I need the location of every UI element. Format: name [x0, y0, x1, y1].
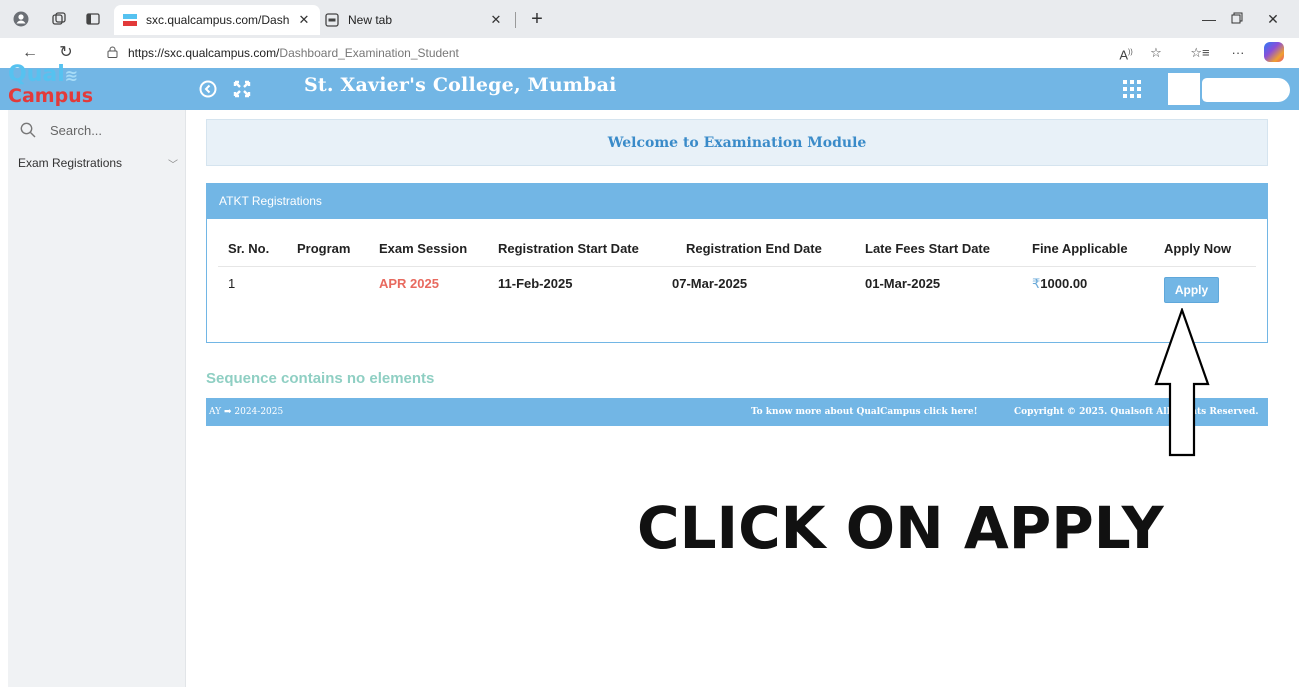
minimize-icon[interactable]: — [1194, 8, 1224, 30]
column-header-sr-no: Sr. No. [228, 241, 270, 256]
lock-icon [104, 46, 120, 61]
error-message: Sequence contains no elements [206, 370, 435, 387]
column-header-late-fees: Late Fees Start Date [865, 241, 990, 256]
refresh-icon[interactable]: ↻ [54, 42, 78, 64]
cell-exam-session: APR 2025 [379, 276, 439, 291]
column-header-reg-start: Registration Start Date [498, 241, 639, 256]
address-bar-row: ← ↻ https://sxc.qualcampus.com/Dashboard… [0, 38, 1299, 68]
footer-bar: AY ➡ 2024-2025 To know more about QualCa… [206, 398, 1268, 426]
more-options-icon[interactable]: ··· [1226, 42, 1250, 64]
qualcampus-favicon-icon [122, 12, 138, 28]
avatar[interactable] [1168, 73, 1200, 105]
window-close-icon[interactable]: ✕ [1258, 8, 1288, 30]
tab-separator [515, 12, 516, 28]
search-icon[interactable] [20, 122, 36, 138]
cell-late-fees-start: 01-Mar-2025 [865, 276, 941, 291]
url-field[interactable]: https://sxc.qualcampus.com/Dashboard_Exa… [90, 40, 1178, 66]
logo-wave-icon: ≋ [64, 66, 79, 85]
workspaces-icon[interactable] [48, 8, 70, 30]
annotation-arrow-icon [1154, 308, 1210, 457]
back-circle-icon[interactable] [197, 80, 219, 102]
sidebar-item-label: Exam Registrations [18, 156, 123, 170]
copilot-icon[interactable] [1264, 42, 1284, 62]
search-input[interactable]: Search... [50, 123, 102, 138]
restore-icon[interactable] [1222, 8, 1252, 30]
atkt-registrations-panel: ATKT Registrations [206, 183, 1268, 343]
column-header-apply-now: Apply Now [1164, 241, 1232, 256]
arrow-right-icon: ➡ [223, 407, 232, 417]
qualcampus-logo[interactable]: Qual≋ Campus [8, 64, 98, 110]
ay-value: 2024-2025 [234, 407, 284, 417]
close-icon[interactable]: ✕ [296, 12, 312, 28]
sidebar-item-exam-registrations[interactable]: Exam Registrations ﹀ [18, 156, 178, 171]
browser-tab-bar: sxc.qualcampus.com/Dashboard_ ✕ New tab … [0, 0, 1299, 38]
apps-grid-icon[interactable] [1122, 79, 1142, 99]
academic-year: AY ➡ 2024-2025 [209, 407, 283, 417]
table-row-divider [218, 266, 1256, 267]
more-info-link[interactable]: To know more about QualCampus click here… [751, 407, 978, 417]
column-header-exam-session: Exam Session [379, 241, 468, 256]
tab-actions-icon[interactable] [82, 8, 104, 30]
cell-sr-no: 1 [228, 276, 236, 291]
college-name: St. Xavier's College, Mumbai [304, 74, 617, 96]
app-header [0, 68, 1299, 110]
panel-title: ATKT Registrations [207, 184, 1267, 219]
welcome-banner: Welcome to Examination Module [206, 119, 1268, 166]
sidebar: Search... Exam Registrations ﹀ [8, 110, 186, 687]
tab-dashboard[interactable]: sxc.qualcampus.com/Dashboard_ ✕ [114, 5, 320, 35]
new-tab-favicon-icon [324, 12, 340, 28]
read-aloud-icon[interactable]: A)) [1114, 42, 1138, 64]
profile-icon[interactable] [10, 8, 32, 30]
user-name-redacted[interactable] [1202, 78, 1290, 102]
tab-title: sxc.qualcampus.com/Dashboard_ [146, 13, 290, 27]
fullscreen-icon[interactable] [231, 80, 253, 102]
apply-button[interactable]: Apply [1164, 277, 1219, 303]
chevron-down-icon: ﹀ [168, 160, 178, 171]
close-icon[interactable]: ✕ [488, 12, 504, 28]
url-host: https://sxc.qualcampus.com/ [128, 46, 280, 60]
copyright-text: Copyright © 2025. Qualsoft All Rights Re… [1014, 407, 1259, 417]
cell-reg-start: 11-Feb-2025 [498, 276, 573, 291]
annotation-click-on-apply: CLICK ON APPLY [637, 494, 1164, 562]
new-tab-plus-icon[interactable]: + [526, 8, 548, 30]
cell-fine: ₹1000.00 [1032, 276, 1087, 292]
tab-title: New tab [348, 13, 393, 27]
fine-amount: 1000.00 [1040, 276, 1088, 291]
back-arrow-icon[interactable]: ← [18, 42, 42, 64]
favorite-star-icon[interactable]: ☆ [1144, 42, 1168, 64]
column-header-reg-end: Registration End Date [686, 241, 822, 256]
logo-text-bottom: Campus [8, 85, 93, 107]
url-path: Dashboard_Examination_Student [279, 46, 459, 60]
ay-label: AY [209, 407, 222, 417]
tab-new-tab[interactable]: New tab ✕ [316, 5, 512, 35]
logo-text-top: Qual [8, 62, 65, 87]
favorites-list-icon[interactable]: ☆≡ [1188, 42, 1212, 64]
column-header-program: Program [297, 241, 351, 256]
column-header-fine: Fine Applicable [1032, 241, 1128, 256]
cell-reg-end: 07-Mar-2025 [672, 276, 748, 291]
